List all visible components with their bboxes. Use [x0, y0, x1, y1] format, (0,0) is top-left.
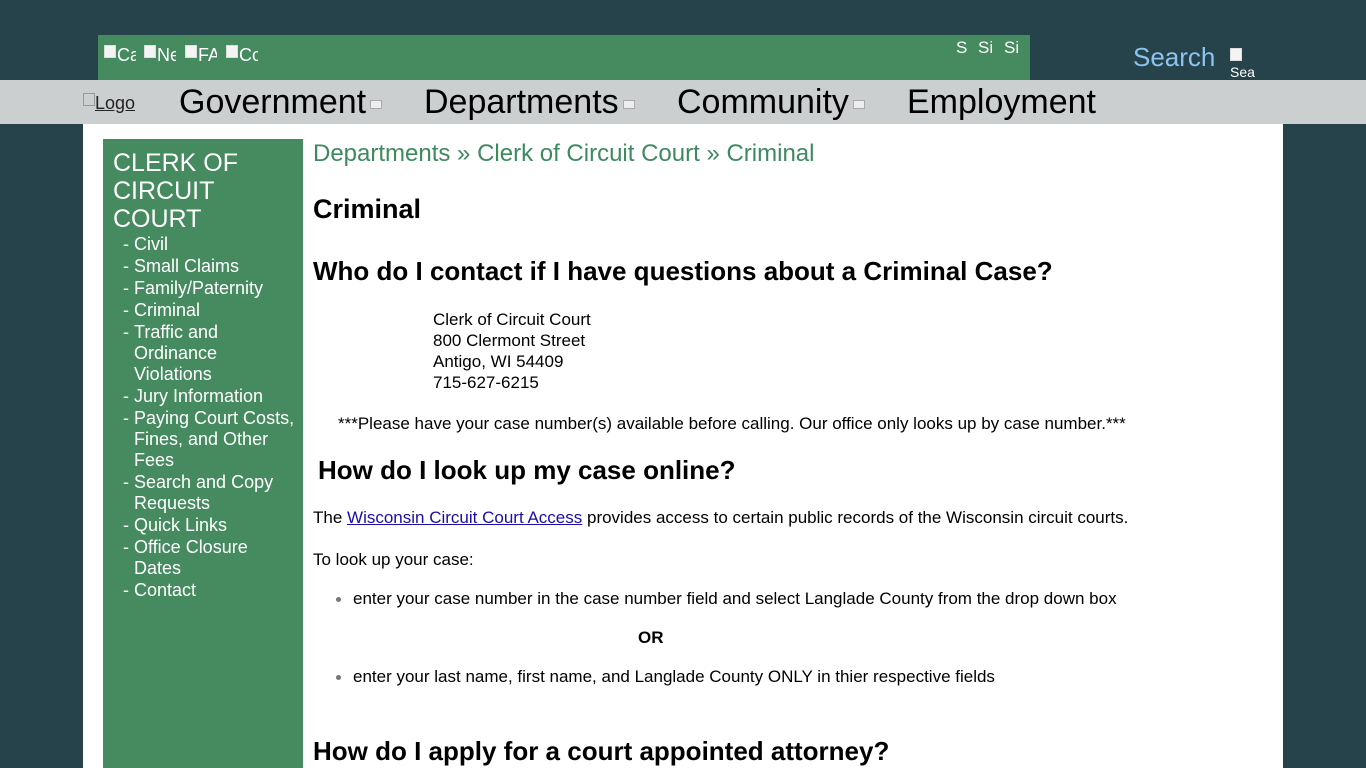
quick-link-calendar[interactable]: Calendar — [104, 45, 136, 69]
broken-image-icon — [226, 45, 238, 58]
nav-employment[interactable]: Employment — [907, 83, 1096, 122]
dropdown-arrow-icon — [852, 99, 865, 109]
broken-image-icon — [104, 45, 116, 58]
sidebar-item-jury[interactable]: - Jury Information — [123, 386, 303, 407]
contact-address: Clerk of Circuit Court 800 Clermont Stre… — [433, 310, 591, 392]
list-item: enter your last name, first name, and La… — [336, 667, 995, 687]
heading-contact-question: Who do I contact if I have questions abo… — [313, 256, 1053, 286]
heading-court-attorney: How do I apply for a court appointed att… — [313, 736, 890, 766]
top-quick-links-bar: Calendar News FAQ Contact S Si Si — [98, 35, 1030, 80]
broken-image-icon — [83, 93, 95, 106]
sidebar-item-small-claims[interactable]: - Small Claims — [123, 256, 303, 277]
bullet-icon — [336, 597, 341, 602]
quick-link-contact[interactable]: Contact — [226, 45, 258, 69]
sidebar-menu: CLERK OF CIRCUIT COURT - Civil - Small Cla… — [103, 139, 303, 768]
case-number-note: ***Please have your case number(s) avail… — [338, 414, 1126, 433]
search-link[interactable]: Search — [1133, 42, 1215, 73]
sidebar-item-paying-costs[interactable]: - Paying Court Costs, Fines, and Other Fe… — [123, 408, 303, 471]
social-icon-2[interactable]: Si — [978, 37, 992, 59]
heading-lookup-online: How do I look up my case online? — [318, 455, 736, 485]
sidebar-title: CLERK OF CIRCUIT COURT — [113, 149, 239, 233]
nav-departments[interactable]: Departments — [424, 83, 635, 122]
sidebar-item-search-copy[interactable]: - Search and Copy Requests — [123, 472, 283, 514]
ccap-paragraph: The Wisconsin Circuit Court Access provi… — [313, 508, 1129, 527]
wisconsin-circuit-court-access-link[interactable]: Wisconsin Circuit Court Access — [347, 508, 582, 527]
sidebar-item-civil[interactable]: - Civil — [123, 234, 303, 255]
breadcrumb[interactable]: Departments » Clerk of Circuit Court » C… — [313, 140, 814, 168]
sidebar-item-contact[interactable]: - Contact — [123, 580, 303, 601]
nav-community[interactable]: Community — [677, 83, 865, 122]
sidebar-item-criminal[interactable]: - Criminal — [123, 300, 303, 321]
social-icon-1[interactable]: S — [956, 37, 970, 59]
sidebar-item-office-closure[interactable]: - Office Closure Dates — [123, 537, 263, 579]
broken-image-icon — [185, 45, 197, 58]
lookup-intro: To look up your case: — [313, 550, 474, 569]
broken-image-icon — [1230, 48, 1242, 61]
quick-link-faq[interactable]: FAQ — [185, 45, 217, 69]
sidebar-item-family-paternity[interactable]: - Family/Paternity — [123, 278, 303, 299]
page-title: Criminal — [313, 194, 422, 224]
logo-link[interactable]: Logo — [83, 93, 135, 114]
dropdown-arrow-icon — [622, 99, 635, 109]
dropdown-arrow-icon — [370, 99, 383, 109]
list-item: enter your case number in the case numbe… — [336, 589, 1117, 609]
sidebar-item-traffic[interactable]: - Traffic and Ordinance Violations — [123, 322, 233, 385]
broken-image-icon — [144, 45, 156, 58]
search-icon[interactable]: Sea — [1230, 48, 1262, 80]
nav-government[interactable]: Government — [179, 83, 383, 122]
or-separator: OR — [638, 628, 664, 647]
social-icon-3[interactable]: Si — [1004, 37, 1018, 59]
quick-link-news[interactable]: News — [144, 45, 176, 69]
sidebar-item-quick-links[interactable]: - Quick Links — [123, 515, 303, 536]
bullet-icon — [336, 675, 341, 680]
